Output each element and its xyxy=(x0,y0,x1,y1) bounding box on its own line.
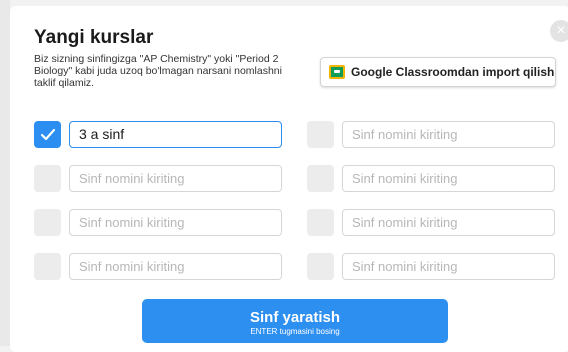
background-strip xyxy=(0,0,10,346)
class-name-input-3-left[interactable]: Sinf nomini kiriting xyxy=(69,209,282,236)
class-name-input-2-left[interactable]: Sinf nomini kiriting xyxy=(69,165,282,192)
dialog-title: Yangi kurslar xyxy=(34,27,154,48)
class-row-2-right: Sinf nomini kiriting xyxy=(307,165,555,192)
dialog-subtitle: Biz sizning sinfingizga "AP Chemistry" y… xyxy=(34,53,282,89)
class-name-input-4-left[interactable]: Sinf nomini kiriting xyxy=(69,253,282,280)
create-class-hint: ENTER tugmasini bosing xyxy=(250,327,340,336)
class-checkbox-1-right[interactable] xyxy=(307,121,334,148)
class-checkbox-2-right[interactable] xyxy=(307,165,334,192)
class-row-2-left: Sinf nomini kiriting xyxy=(34,165,282,192)
class-name-input-1-left[interactable]: 3 a sinf xyxy=(69,121,282,148)
class-checkbox-2-left[interactable] xyxy=(34,165,61,192)
class-row-4-left: Sinf nomini kiriting xyxy=(34,253,282,280)
class-name-input-1-right[interactable]: Sinf nomini kiriting xyxy=(342,121,555,148)
class-row-3-left: Sinf nomini kiriting xyxy=(34,209,282,236)
class-checkbox-3-left[interactable] xyxy=(34,209,61,236)
checkmark-icon xyxy=(40,128,55,140)
close-icon[interactable]: × xyxy=(550,20,568,42)
class-name-input-3-right[interactable]: Sinf nomini kiriting xyxy=(342,209,555,236)
class-checkbox-3-right[interactable] xyxy=(307,209,334,236)
class-row-3-right: Sinf nomini kiriting xyxy=(307,209,555,236)
class-row-1-left: 3 a sinf xyxy=(34,121,282,148)
google-classroom-import-button[interactable]: Google Classroomdan import qilish... xyxy=(320,57,556,87)
google-classroom-import-label: Google Classroomdan import qilish... xyxy=(351,65,556,79)
class-checkbox-1-left[interactable] xyxy=(34,121,61,148)
create-class-label: Sinf yaratish xyxy=(249,309,341,326)
create-class-button[interactable]: Sinf yaratish ENTER tugmasini bosing xyxy=(142,299,448,343)
class-name-input-4-right[interactable]: Sinf nomini kiriting xyxy=(342,253,555,280)
class-row-1-right: Sinf nomini kiriting xyxy=(307,121,555,148)
class-checkbox-4-left[interactable] xyxy=(34,253,61,280)
class-name-input-2-right[interactable]: Sinf nomini kiriting xyxy=(342,165,555,192)
class-checkbox-4-right[interactable] xyxy=(307,253,334,280)
class-row-4-right: Sinf nomini kiriting xyxy=(307,253,555,280)
google-classroom-icon xyxy=(329,65,345,79)
